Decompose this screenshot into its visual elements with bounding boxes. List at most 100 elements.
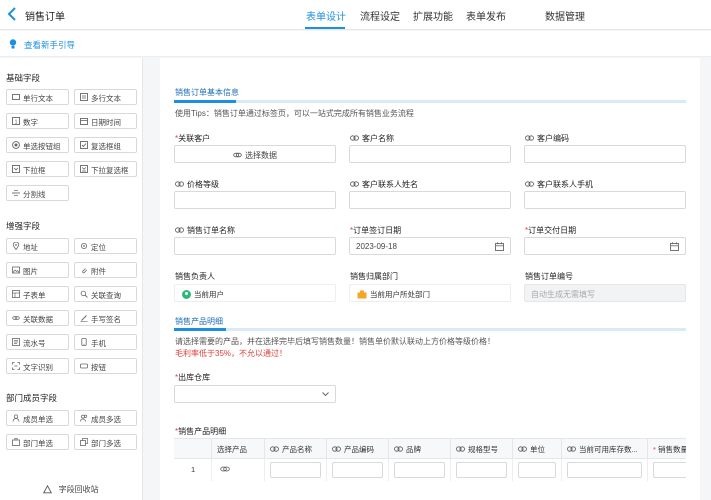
col-unit: 单位 [513, 439, 562, 459]
dept-icon [12, 438, 20, 446]
field-label: 成员多选 [91, 415, 121, 424]
input-price-level[interactable] [174, 191, 336, 209]
multi-line-icon [80, 93, 88, 101]
cell-product-name[interactable] [265, 459, 327, 481]
field-label: 地址 [23, 243, 38, 252]
label-sign-date: *订单签订日期 [350, 226, 402, 235]
guide-link[interactable]: 查看新手引导 [24, 39, 75, 51]
field-image[interactable]: 图片 [6, 262, 69, 278]
input-owner[interactable]: 当前用户 [174, 284, 336, 302]
section-basic-info-bar [174, 100, 686, 103]
link-icon [567, 446, 576, 452]
field-link-query[interactable]: 关联查询 [74, 286, 137, 302]
depts-icon [80, 438, 88, 446]
field-label: 按钮 [91, 363, 106, 372]
dropdown-multi-icon [80, 165, 88, 173]
subform-icon [12, 290, 20, 298]
tab-data-management[interactable]: 数据管理 [545, 8, 585, 23]
input-delivery-date[interactable] [524, 237, 686, 255]
field-serial[interactable]: 流水号 [6, 334, 69, 350]
field-phone[interactable]: 手机 [74, 334, 137, 350]
field-ocr[interactable]: 文字识别 [6, 358, 69, 374]
phone-icon [81, 338, 87, 346]
image-icon [12, 266, 20, 274]
field-divider[interactable]: 分割线 [6, 185, 69, 201]
tab-form-design[interactable]: 表单设计 [306, 8, 346, 23]
location-pin-icon [12, 242, 20, 250]
select-data-button[interactable]: 选择数据 [174, 145, 336, 163]
single-line-icon [12, 94, 20, 100]
field-attachment[interactable]: 附件 [74, 262, 137, 278]
recycle-icon [43, 484, 53, 494]
tab-publish[interactable]: 表单发布 [466, 8, 506, 23]
field-dept-multi[interactable]: 部门多选 [74, 434, 137, 450]
label-dept: 销售归属部门 [350, 272, 398, 281]
field-dropdown-multi[interactable]: 下拉复选框 [74, 161, 137, 177]
label-order-no: 销售订单编号 [525, 272, 573, 281]
field-link-data[interactable]: 关联数据 [6, 310, 69, 326]
select-warehouse[interactable] [174, 385, 336, 403]
field-datetime[interactable]: 日期时间 [74, 113, 137, 129]
label-owner: 销售负责人 [175, 272, 215, 281]
label-customer-name: 客户名称 [350, 133, 394, 144]
input-contact-name[interactable] [349, 191, 511, 209]
field-label: 手写签名 [91, 315, 121, 324]
field-label: 复选框组 [91, 142, 121, 151]
recycle-label: 字段回收站 [58, 485, 99, 494]
user-chip: 当前用户 [180, 288, 228, 300]
link-icon [350, 181, 359, 187]
tab-extensions[interactable]: 扩展功能 [413, 8, 453, 23]
field-recycle-bin[interactable]: 字段回收站 [0, 484, 142, 495]
form-canvas [160, 58, 700, 500]
label-contact-phone: 客户联系人手机 [525, 179, 593, 190]
input-contact-phone[interactable] [524, 191, 686, 209]
input-customer-code[interactable] [524, 145, 686, 163]
cell-brand[interactable] [389, 459, 451, 481]
tab-process[interactable]: 流程设定 [360, 8, 400, 23]
active-tab-indicator [305, 27, 345, 29]
field-label: 多行文本 [91, 94, 121, 103]
field-signature[interactable]: 手写签名 [74, 310, 137, 326]
field-locate[interactable]: 定位 [74, 238, 137, 254]
link-icon [456, 446, 465, 452]
field-radio-group[interactable]: 单选按钮组 [6, 137, 69, 153]
field-label: 分割线 [23, 190, 46, 199]
button-icon [80, 363, 88, 369]
field-address[interactable]: 地址 [6, 238, 69, 254]
input-order-name[interactable] [174, 237, 336, 255]
field-number[interactable]: 1 数字 [6, 113, 69, 129]
cell-unit[interactable] [513, 459, 562, 481]
field-dept-single[interactable]: 部门单选 [6, 434, 69, 450]
cell-spec[interactable] [451, 459, 513, 481]
field-checkbox-group[interactable]: 复选框组 [74, 137, 137, 153]
field-multi-line-text[interactable]: 多行文本 [74, 89, 137, 105]
users-icon [80, 414, 88, 422]
field-member-multi[interactable]: 成员多选 [74, 410, 137, 426]
field-single-line-text[interactable]: 单行文本 [6, 89, 69, 105]
ocr-icon [12, 362, 20, 370]
back-arrow-icon[interactable] [6, 6, 20, 22]
field-member-single[interactable]: 成员单选 [6, 410, 69, 426]
input-sign-date[interactable]: 2023-09-18 [349, 237, 511, 255]
user-icon [12, 414, 20, 422]
field-button[interactable]: 按钮 [74, 358, 137, 374]
link-icon [175, 181, 184, 187]
cell-available-stock[interactable] [562, 459, 648, 481]
section-product-detail-bar [174, 328, 686, 331]
cell-product-code[interactable] [327, 459, 389, 481]
field-dropdown[interactable]: 下拉框 [6, 161, 69, 177]
input-dept[interactable]: 当前用户所处部门 [349, 284, 511, 302]
input-customer-name[interactable] [349, 145, 511, 163]
cell-select-product[interactable] [212, 459, 265, 481]
label-delivery-date: *订单交付日期 [525, 226, 577, 235]
user-avatar-icon [182, 289, 191, 299]
dropdown-icon [12, 165, 20, 173]
locate-icon [81, 243, 87, 249]
cell-sales-qty[interactable] [648, 459, 686, 481]
field-subform[interactable]: 子表单 [6, 286, 69, 302]
link-icon [350, 135, 359, 141]
link-icon [175, 227, 184, 233]
input-order-no: 自动生成无需填写 [524, 284, 686, 302]
col-sales-qty: * 销售数量 [648, 439, 686, 459]
section-basic-info-title: 销售订单基本信息 [175, 88, 239, 97]
